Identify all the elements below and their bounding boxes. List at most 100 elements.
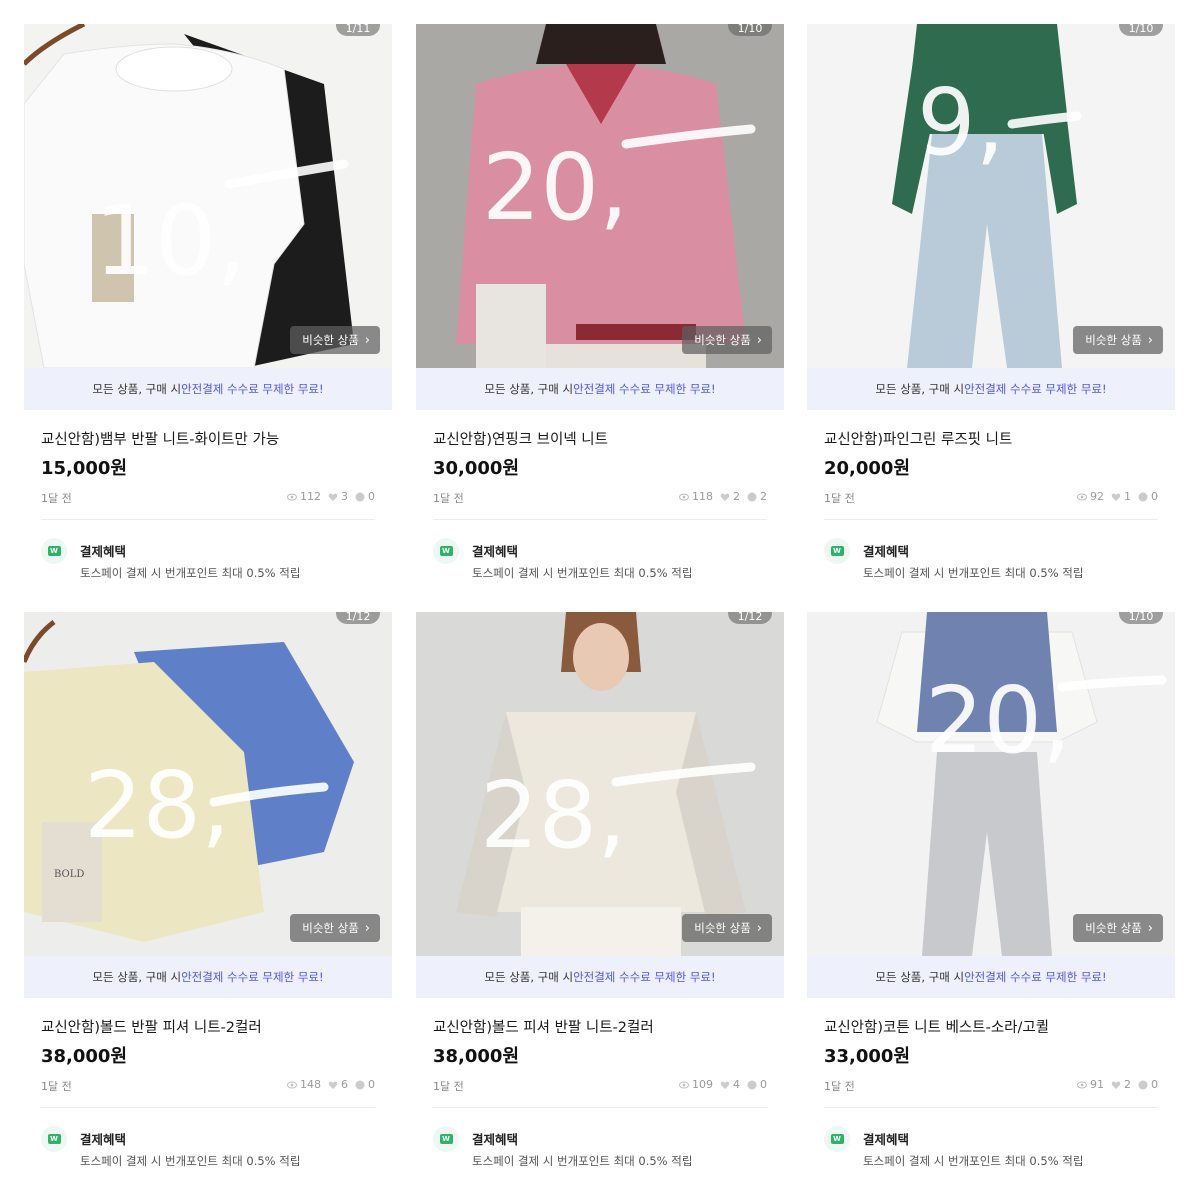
product-card[interactable]: BOLD 28, 1/12 비슷한 상품 › 모든 상품, 구매 시 안전결제 … [24,612,392,1182]
like-count: 1 [1124,490,1131,503]
product-price: 38,000원 [433,1046,520,1067]
posted-time: 1달 전 [824,1080,855,1093]
product-price: 30,000원 [433,458,520,479]
eye-icon [679,1081,689,1088]
product-title[interactable]: 교신안함)볼드 반팔 피셔 니트-2컬러 [41,1016,262,1037]
similar-products-button[interactable]: 비슷한 상품 › [682,326,772,354]
eye-icon [679,493,689,500]
product-title[interactable]: 교신안함)파인그린 루즈핏 니트 [824,428,1012,449]
product-title[interactable]: 교신안함)연핑크 브이넥 니트 [433,428,608,449]
chat-count: 0 [1151,1078,1158,1091]
view-count: 92 [1090,490,1104,503]
tosspay-logo-icon: W [824,1126,850,1152]
chevron-right-icon: › [756,920,762,936]
safe-payment-banner: 모든 상품, 구매 시 안전결제 수수료 무제한 무료! [24,956,392,998]
image-counter: 1/12 [336,612,380,624]
chat-count: 2 [760,490,767,503]
similar-products-label: 비슷한 상품 [694,333,751,347]
product-photo[interactable]: 20, 1/10 비슷한 상품 › [807,612,1175,956]
divider [824,519,1158,520]
image-counter: 1/10 [728,24,772,36]
eye-icon [287,1081,297,1088]
safe-payment-banner: 모든 상품, 구매 시 안전결제 수수료 무제한 무료! [416,368,784,410]
similar-products-button[interactable]: 비슷한 상품 › [290,326,380,354]
similar-products-button[interactable]: 비슷한 상품 › [1073,326,1163,354]
chat-icon [747,1080,757,1089]
product-photo[interactable]: 10, 1/11 비슷한 상품 › [24,24,392,368]
svg-text:20,: 20, [925,667,1071,774]
payment-benefit-title: 결제혜택 [863,544,910,559]
chat-icon [355,492,365,501]
product-title[interactable]: 교신안함)코튼 니트 베스트-소라/고퀼 [824,1016,1049,1037]
product-stats: 112 3 0 [287,490,375,503]
like-count: 2 [733,490,740,503]
similar-products-label: 비슷한 상품 [1085,921,1142,935]
heart-icon [328,493,338,501]
handwritten-price-overlay: 20, [482,124,756,241]
payment-benefit-title: 결제혜택 [80,1132,127,1147]
heart-icon [1111,493,1121,501]
safe-payment-banner: 모든 상품, 구매 시 안전결제 수수료 무제한 무료! [416,956,784,998]
product-price: 20,000원 [824,458,911,479]
similar-products-button[interactable]: 비슷한 상품 › [1073,914,1163,942]
similar-products-label: 비슷한 상품 [1085,333,1142,347]
divider [433,1107,767,1108]
image-counter: 1/10 [1119,612,1163,624]
chat-count: 0 [368,1078,375,1091]
product-price: 38,000원 [41,1046,128,1067]
tosspay-logo-icon: W [433,1126,459,1152]
similar-products-label: 비슷한 상품 [302,333,359,347]
divider [433,519,767,520]
payment-benefit-title: 결제혜택 [472,1132,519,1147]
tosspay-logo-icon: W [433,538,459,564]
posted-time: 1달 전 [433,492,464,505]
chat-icon [1138,1080,1148,1089]
handwritten-price-overlay: 10, [94,159,349,297]
product-price: 15,000원 [41,458,128,479]
payment-benefit-desc: 토스페이 결제 시 번개포인트 최대 0.5% 적립 [80,1154,301,1168]
view-count: 91 [1090,1078,1104,1091]
svg-text:10,: 10, [94,185,247,297]
product-card[interactable]: 9, 1/10 비슷한 상품 › 모든 상품, 구매 시 안전결제 수수료 무제… [807,24,1175,594]
payment-benefit-desc: 토스페이 결제 시 번개포인트 최대 0.5% 적립 [472,1154,693,1168]
eye-icon [1077,493,1087,500]
product-card[interactable]: 10, 1/11 비슷한 상품 › 모든 상품, 구매 시 안전결제 수수료 무… [24,24,392,594]
chat-count: 0 [1151,490,1158,503]
payment-benefit-title: 결제혜택 [472,544,519,559]
chat-count: 0 [368,490,375,503]
product-title[interactable]: 교신안함)볼드 피셔 반팔 니트-2컬러 [433,1016,654,1037]
image-counter: 1/10 [1119,24,1163,36]
view-count: 109 [692,1078,713,1091]
payment-benefit-desc: 토스페이 결제 시 번개포인트 최대 0.5% 적립 [472,566,693,580]
divider [41,1107,375,1108]
svg-text:28,: 28, [480,762,626,869]
similar-products-button[interactable]: 비슷한 상품 › [290,914,380,942]
chevron-right-icon: › [756,332,762,348]
product-card[interactable]: 20, 1/10 비슷한 상품 › 모든 상품, 구매 시 안전결제 수수료 무… [416,24,784,594]
product-title[interactable]: 교신안함)뱀부 반팔 니트-화이트만 가능 [41,428,279,449]
eye-icon [287,493,297,500]
similar-products-label: 비슷한 상품 [302,921,359,935]
product-card[interactable]: 28, 1/12 비슷한 상품 › 모든 상품, 구매 시 안전결제 수수료 무… [416,612,784,1182]
product-photo[interactable]: 28, 1/12 비슷한 상품 › [416,612,784,956]
product-price: 33,000원 [824,1046,911,1067]
image-counter: 1/12 [728,612,772,624]
heart-icon [328,1081,338,1089]
payment-benefit-desc: 토스페이 결제 시 번개포인트 최대 0.5% 적립 [80,566,301,580]
chat-icon [1138,492,1148,501]
product-stats: 91 2 0 [1077,1078,1158,1091]
payment-benefit-desc: 토스페이 결제 시 번개포인트 최대 0.5% 적립 [863,566,1084,580]
product-photo[interactable]: BOLD 28, 1/12 비슷한 상품 › [24,612,392,956]
similar-products-label: 비슷한 상품 [694,921,751,935]
product-photo[interactable]: 20, 1/10 비슷한 상품 › [416,24,784,368]
tosspay-logo-icon: W [41,1126,67,1152]
chat-icon [355,1080,365,1089]
tosspay-logo-icon: W [824,538,850,564]
posted-time: 1달 전 [41,1080,72,1093]
handwritten-price-overlay: 9, [917,69,1082,176]
view-count: 148 [300,1078,321,1091]
product-card[interactable]: 20, 1/10 비슷한 상품 › 모든 상품, 구매 시 안전결제 수수료 무… [807,612,1175,1187]
similar-products-button[interactable]: 비슷한 상품 › [682,914,772,942]
like-count: 6 [341,1078,348,1091]
product-photo[interactable]: 9, 1/10 비슷한 상품 › [807,24,1175,368]
